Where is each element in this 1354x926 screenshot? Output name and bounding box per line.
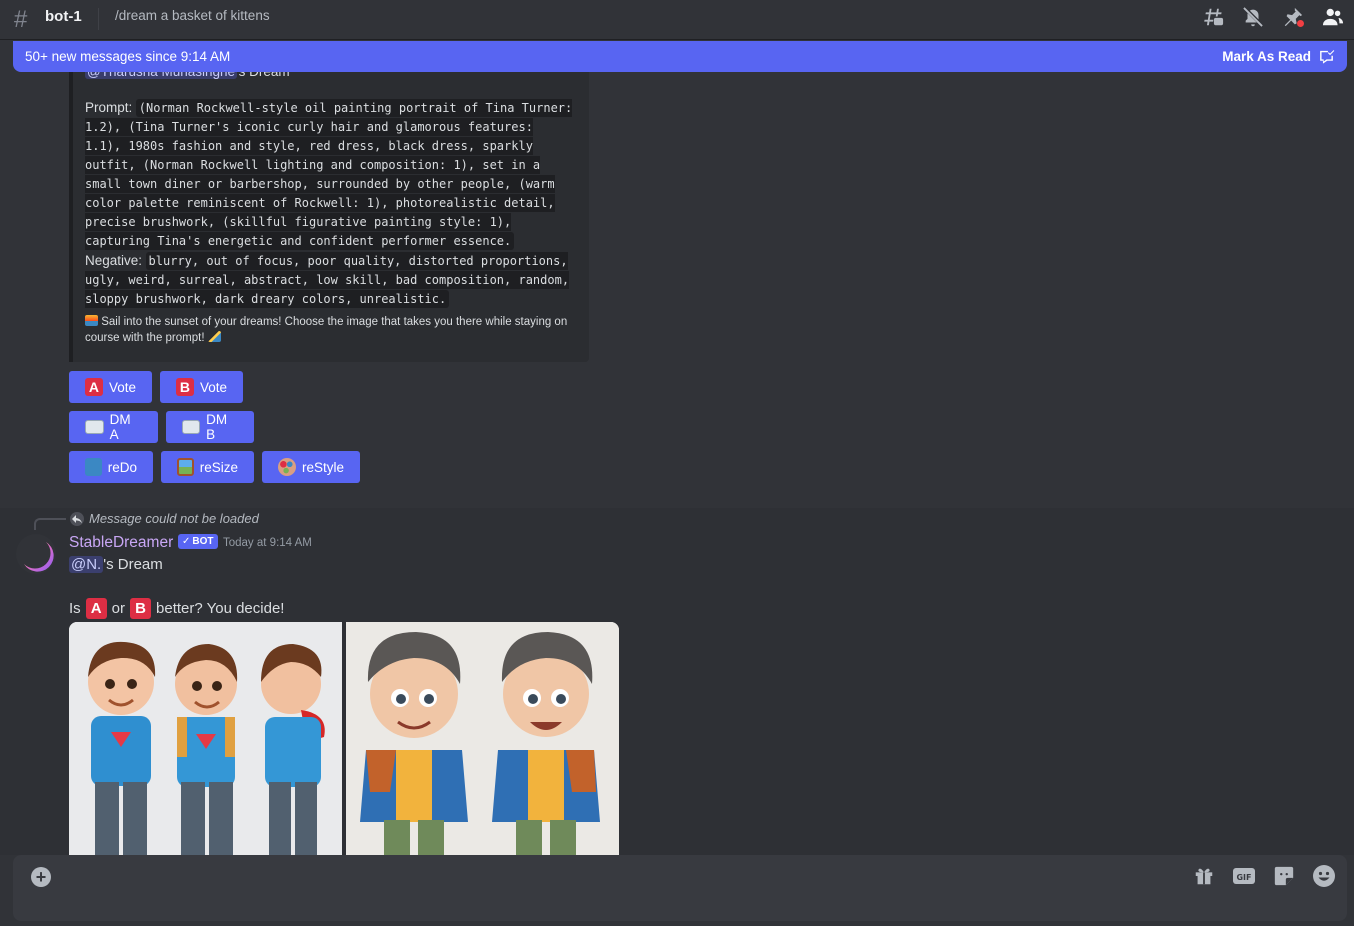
composer-toolbar: GIF — [1192, 864, 1336, 888]
attach-plus-icon[interactable]: + — [31, 867, 51, 887]
letter-a-icon: A — [85, 598, 107, 619]
dm-a-label: DM A — [109, 412, 131, 442]
sailboat-emoji-icon — [207, 331, 221, 342]
restyle-button[interactable]: reStyle — [262, 451, 360, 483]
bot-badge: ✓ BOT — [178, 534, 218, 549]
header-divider — [98, 8, 99, 30]
envelope-icon — [182, 420, 201, 434]
new-messages-text[interactable]: 50+ new messages since 9:14 AM — [25, 49, 230, 64]
letter-a-icon: A — [85, 378, 103, 396]
threads-icon[interactable] — [1200, 4, 1226, 30]
negative-label: Negative: — [85, 253, 143, 268]
vote-b-button[interactable]: B Vote — [160, 371, 243, 403]
envelope-icon — [85, 420, 104, 434]
palette-icon — [278, 458, 296, 476]
prompt-label: Prompt: — [85, 100, 133, 115]
letter-b-icon: B — [130, 598, 152, 619]
message-line-2: Is A or B better? You decide! — [69, 598, 284, 619]
message-input[interactable] — [13, 855, 1347, 921]
emoji-icon[interactable] — [1312, 864, 1336, 888]
new-messages-bar[interactable]: 50+ new messages since 9:14 AM Mark As R… — [13, 41, 1347, 72]
gift-icon[interactable] — [1192, 864, 1216, 888]
channel-hash-icon: # — [14, 6, 28, 33]
dm-a-button[interactable]: DM A — [69, 411, 158, 443]
channel-name[interactable]: bot-1 — [45, 8, 82, 25]
dream-image-a[interactable] — [69, 622, 342, 855]
reply-arrow-icon — [70, 512, 84, 526]
vote-b-label: Vote — [199, 379, 227, 395]
message-timestamp[interactable]: Today at 9:14 AM — [223, 537, 312, 549]
gif-icon[interactable]: GIF — [1232, 864, 1256, 888]
redo-label: reDo — [107, 459, 137, 475]
user-mention[interactable]: @N. — [69, 556, 104, 573]
message-line-1: @N.'s Dream — [69, 556, 163, 573]
reply-spine — [34, 518, 66, 530]
notification-dot — [1297, 20, 1304, 27]
verified-check-icon: ✓ — [182, 536, 191, 547]
channel-header: # bot-1 /dream a basket of kittens — [0, 0, 1354, 40]
sticker-icon[interactable] — [1272, 864, 1296, 888]
embed-footer: Sail into the sunset of your dreams! Cho… — [85, 314, 575, 346]
line2-prefix: Is — [69, 600, 81, 617]
dream-image-b[interactable] — [346, 622, 619, 855]
prompt-block: Prompt: (Norman Rockwell-style oil paint… — [85, 98, 575, 309]
username[interactable]: StableDreamer — [69, 534, 173, 552]
negative-text: blurry, out of focus, poor quality, dist… — [85, 252, 570, 308]
bot-badge-label: BOT — [192, 536, 214, 547]
resize-button[interactable]: reSize — [161, 451, 254, 483]
mark-read-icon[interactable] — [1318, 48, 1335, 65]
line2-suffix: better? You decide! — [156, 600, 285, 617]
or-text: or — [111, 600, 126, 617]
embed-accent-bar — [69, 62, 73, 362]
embed-footer-text: Sail into the sunset of your dreams! Cho… — [85, 316, 568, 344]
letter-b-icon: B — [176, 378, 194, 396]
prompt-text: (Norman Rockwell-style oil painting port… — [85, 99, 573, 250]
mute-bell-icon[interactable] — [1240, 4, 1266, 30]
redo-button[interactable]: reDo — [69, 451, 153, 483]
vote-a-label: Vote — [108, 379, 136, 395]
repeat-icon — [85, 458, 102, 476]
restyle-label: reStyle — [301, 459, 344, 475]
dm-b-button[interactable]: DM B — [166, 411, 254, 443]
gif-label: GIF — [1236, 873, 1251, 882]
members-icon[interactable] — [1320, 4, 1346, 30]
avatar[interactable] — [16, 534, 56, 574]
vote-a-button[interactable]: A Vote — [69, 371, 152, 403]
resize-label: reSize — [199, 459, 238, 475]
reply-preview[interactable]: Message could not be loaded — [89, 511, 259, 526]
dm-b-label: DM B — [206, 412, 228, 442]
framed-picture-icon — [177, 458, 194, 476]
pin-icon[interactable] — [1280, 4, 1306, 30]
dream-suffix: 's Dream — [103, 556, 163, 573]
header-toolbar — [1200, 4, 1346, 30]
channel-topic[interactable]: /dream a basket of kittens — [115, 8, 270, 23]
mark-as-read-button[interactable]: Mark As Read — [1222, 49, 1311, 64]
sunset-emoji-icon — [85, 315, 98, 326]
